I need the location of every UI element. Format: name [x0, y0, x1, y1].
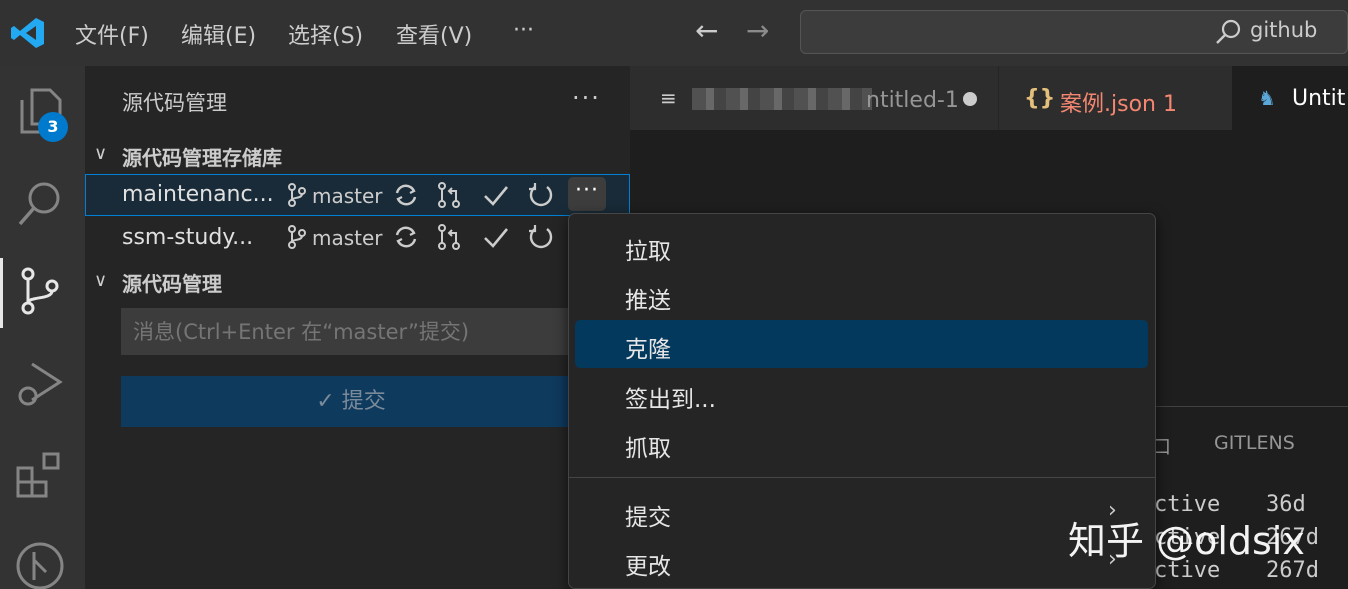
menu-more[interactable]: ···	[513, 18, 534, 43]
repo-more-actions-button[interactable]: ···	[568, 177, 606, 211]
source-control-icon[interactable]	[14, 264, 68, 318]
menu-item-pull[interactable]: 拉取	[575, 222, 1148, 270]
menu-item-label: 克隆	[625, 337, 671, 363]
menu-item-label: 更改	[625, 554, 671, 580]
tab-label: ntitled-1	[866, 88, 959, 113]
commit-check-icon[interactable]	[482, 223, 510, 251]
json-file-icon: {}	[1024, 86, 1056, 111]
menu-item-commit[interactable]: 提交	[575, 488, 1148, 536]
camel-file-icon: ♞	[1258, 86, 1276, 110]
menu-item-push[interactable]: 推送	[575, 271, 1148, 319]
search-sidebar-icon[interactable]	[14, 176, 68, 230]
menu-separator	[569, 477, 1155, 478]
sidebar-more-actions[interactable]: ···	[572, 84, 601, 112]
menu-item-label: 提交	[625, 505, 671, 531]
branch-label[interactable]: master	[312, 226, 383, 250]
compare-changes-icon[interactable]	[436, 223, 464, 251]
refresh-icon[interactable]	[527, 181, 555, 209]
repo-name: maintenanc...	[122, 182, 274, 207]
sync-icon[interactable]	[392, 181, 420, 209]
explorer-badge: 3	[38, 112, 68, 142]
menu-item-label: 推送	[625, 288, 671, 314]
menu-item-clone[interactable]: 克隆	[575, 320, 1148, 368]
text-file-icon: ≡	[660, 86, 677, 110]
forward-arrow-icon[interactable]: →	[746, 14, 769, 47]
commit-button[interactable]: ✓ 提交	[121, 376, 581, 427]
git-graph-icon[interactable]	[14, 540, 68, 589]
menu-file[interactable]: 文件(F)	[75, 18, 149, 50]
menu-item-label: 拉取	[625, 239, 671, 265]
menu-edit[interactable]: 编辑(E)	[181, 18, 256, 50]
sync-icon[interactable]	[392, 223, 420, 251]
refresh-icon[interactable]	[527, 223, 555, 251]
repos-section-header[interactable]: 源代码管理存储库	[122, 142, 282, 171]
activity-bar	[0, 66, 85, 589]
tab-label: 案例.json 1	[1060, 92, 1177, 117]
scm-section-header[interactable]: 源代码管理	[122, 268, 222, 297]
title-bar: 文件(F) 编辑(E) 选择(S) 查看(V) ··· ← → github	[0, 0, 1348, 66]
menu-item-label: 抓取	[625, 436, 671, 462]
search-icon	[1216, 19, 1241, 44]
menu-item-label: 签出到...	[625, 387, 716, 413]
menu-item-checkout[interactable]: 签出到...	[575, 370, 1148, 418]
back-arrow-icon[interactable]: ←	[695, 14, 718, 47]
branch-label[interactable]: master	[312, 184, 383, 208]
chevron-down-icon[interactable]: ∨	[94, 270, 107, 291]
branch-icon	[288, 225, 306, 249]
watermark: 知乎 @oldsix	[1068, 519, 1305, 563]
vscode-logo-icon[interactable]	[10, 16, 46, 50]
menu-view[interactable]: 查看(V)	[396, 18, 472, 50]
repo-name: ssm-study...	[122, 225, 254, 250]
compare-changes-icon[interactable]	[436, 181, 464, 209]
menu-item-fetch[interactable]: 抓取	[575, 419, 1148, 467]
chevron-down-icon[interactable]: ∨	[94, 143, 107, 164]
tab-label: Untit	[1292, 86, 1346, 111]
search-text: github	[1250, 18, 1318, 42]
active-indicator	[0, 258, 3, 328]
branch-icon	[288, 183, 306, 207]
panel-tab-gitlens[interactable]: GITLENS	[1214, 432, 1295, 454]
menu-selection[interactable]: 选择(S)	[288, 18, 363, 50]
commit-check-icon[interactable]	[482, 181, 510, 209]
menu-item-changes[interactable]: 更改	[575, 537, 1148, 585]
run-debug-icon[interactable]	[14, 356, 68, 410]
commit-message-input[interactable]	[121, 308, 581, 355]
unsaved-dot-icon[interactable]	[963, 92, 977, 106]
sidebar-title: 源代码管理	[122, 91, 227, 115]
extensions-icon[interactable]	[14, 448, 68, 502]
blurred-filename	[692, 88, 872, 110]
